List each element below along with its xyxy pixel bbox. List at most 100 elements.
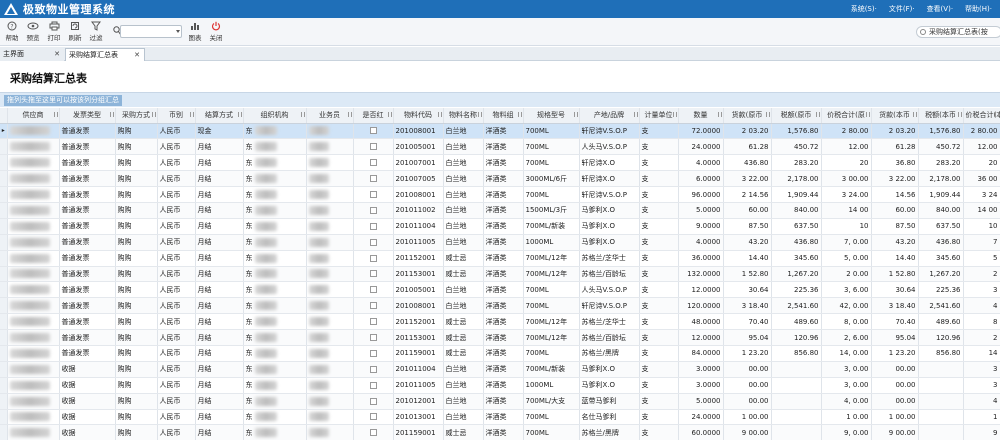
search-input[interactable] [120, 25, 182, 38]
row-indicator[interactable] [0, 154, 8, 172]
column-header[interactable]: 税额(原币 [771, 108, 822, 124]
red-invoice-checkbox[interactable] [369, 127, 377, 135]
row-indicator[interactable] [0, 281, 8, 299]
preview-button[interactable]: 预览 [23, 20, 43, 44]
column-header[interactable]: 结算方式 [195, 108, 244, 124]
row-indicator[interactable] [0, 218, 8, 235]
table-row[interactable]: 普通发票 购购 人民币 月结 东 201008001 白兰地 洋酒类 700ML 轩尼诗V.S.O… [0, 186, 1000, 203]
red-invoice-checkbox[interactable] [369, 159, 377, 167]
red-invoice-checkbox[interactable] [369, 270, 377, 278]
row-indicator[interactable] [0, 329, 8, 346]
red-invoice-checkbox[interactable] [369, 365, 377, 373]
row-indicator[interactable] [0, 393, 8, 410]
row-indicator[interactable] [0, 186, 8, 203]
row-indicator[interactable] [0, 313, 8, 331]
red-invoice-checkbox[interactable] [369, 334, 377, 342]
column-header[interactable]: 供应商 [7, 108, 60, 124]
column-header[interactable]: 货款(本币 [871, 108, 919, 124]
table-row[interactable]: 普通发票 购购 人民币 月结 东 201011005 白兰地 洋酒类 1000ML 马爹利X.O 支… [0, 234, 1000, 251]
column-header[interactable]: 是否红 [353, 108, 394, 124]
refresh-button[interactable]: 刷新 [65, 20, 85, 44]
column-header[interactable]: 价税合计(原 [821, 108, 872, 124]
row-indicator[interactable] [0, 345, 8, 362]
search-dropdown-icon[interactable] [176, 30, 180, 33]
menu-system[interactable]: 系统(S)· [851, 4, 877, 14]
table-row[interactable]: 收据 购购 人民币 月结 东 201013001 白兰地 洋酒类 700ML 名仕马爹利 支 24.0… [0, 409, 1000, 426]
tab-purchase-summary[interactable]: 采购结算汇总表 ✕ [65, 48, 145, 61]
column-filter-icon[interactable] [300, 112, 305, 117]
help-button[interactable]: ? 帮助 [2, 20, 22, 44]
tab-main-close-icon[interactable]: ✕ [54, 48, 60, 60]
column-header[interactable]: 物料组 [483, 108, 524, 124]
column-header[interactable]: 货款(原币 [723, 108, 772, 124]
menu-view[interactable]: 查看(V)· [927, 4, 953, 14]
table-row[interactable]: 普通发票 购购 人民币 月结 东 201007001 白兰地 洋酒类 700ML 轩尼诗X.O 支 4… [0, 154, 1000, 172]
column-header[interactable]: 发票类型 [59, 108, 116, 124]
column-header[interactable]: 币别 [157, 108, 196, 124]
tab-main[interactable]: 主界面 ✕ [0, 48, 64, 61]
table-row[interactable]: 普通发票 购购 人民币 月结 东 201152001 威士忌 洋酒类 700ML/12年 苏格兰/… [0, 313, 1000, 331]
row-indicator[interactable] [0, 361, 8, 378]
row-indicator[interactable] [0, 424, 8, 440]
table-row[interactable]: 普通发票 购购 人民币 月结 东 201008001 白兰地 洋酒类 700ML 轩尼诗V.S.O… [0, 297, 1000, 315]
table-row[interactable]: 普通发票 购购 人民币 月结 东 201152001 威士忌 洋酒类 700ML/12年 苏格兰/… [0, 250, 1000, 267]
table-row[interactable]: ▸ 普通发票 购购 人民币 现金 东 201008001 白兰地 洋酒类 700ML 轩尼诗V.S.… [0, 123, 1000, 140]
red-invoice-checkbox[interactable] [369, 381, 377, 389]
column-header[interactable]: 产地/品牌 [579, 108, 640, 124]
row-indicator[interactable] [0, 250, 8, 267]
red-invoice-checkbox[interactable] [369, 254, 377, 262]
column-filter-icon[interactable] [994, 112, 999, 117]
column-filter-icon[interactable] [517, 112, 522, 117]
row-indicator[interactable] [0, 138, 8, 156]
red-invoice-checkbox[interactable] [369, 286, 377, 294]
column-header[interactable]: 数量 [678, 108, 724, 124]
red-invoice-checkbox[interactable] [369, 238, 377, 246]
row-indicator[interactable] [0, 234, 8, 251]
column-header[interactable]: 物料名称 [443, 108, 484, 124]
column-header[interactable]: 税额(本币 [918, 108, 964, 124]
red-invoice-checkbox[interactable] [369, 349, 377, 357]
red-invoice-checkbox[interactable] [369, 318, 377, 326]
row-indicator[interactable] [0, 266, 8, 283]
column-filter-icon[interactable] [437, 112, 442, 117]
column-filter-icon[interactable] [717, 112, 722, 117]
table-row[interactable]: 普通发票 购购 人民币 月结 东 201011002 白兰地 洋酒类 1500ML/3斤 马爹利X… [0, 202, 1000, 219]
column-filter-icon[interactable] [672, 112, 677, 117]
column-header[interactable]: 物料代码 [393, 108, 444, 124]
red-invoice-checkbox[interactable] [369, 175, 377, 183]
column-filter-icon[interactable] [633, 112, 638, 117]
column-filter-icon[interactable] [573, 112, 578, 117]
group-by-area[interactable]: 拖列头拖至这里可以按该列分组汇总 [0, 92, 1000, 107]
column-filter-icon[interactable] [865, 112, 870, 117]
red-invoice-checkbox[interactable] [369, 143, 377, 151]
row-indicator[interactable] [0, 202, 8, 219]
menu-help[interactable]: 帮助(H)· [965, 4, 992, 14]
table-row[interactable]: 普通发票 购购 人民币 月结 东 201153001 威士忌 洋酒类 700ML/12年 苏格兰/… [0, 266, 1000, 283]
row-indicator[interactable] [0, 170, 8, 188]
module-search-input[interactable]: 采购结算汇总表(按 [916, 26, 1000, 38]
column-filter-icon[interactable] [765, 112, 770, 117]
table-row[interactable]: 收据 购购 人民币 月结 东 201012001 白兰地 洋酒类 700ML/大支 蓝带马爹利 支 5… [0, 393, 1000, 410]
column-filter-icon[interactable] [237, 112, 242, 117]
menu-file[interactable]: 文件(F)· [889, 4, 915, 14]
red-invoice-checkbox[interactable] [369, 429, 377, 437]
column-header[interactable]: 业务员 [306, 108, 354, 124]
row-indicator[interactable]: ▸ [0, 123, 8, 140]
column-filter-icon[interactable] [815, 112, 820, 117]
chart-button[interactable]: 图表 [185, 20, 205, 44]
row-indicator[interactable] [0, 377, 8, 394]
table-row[interactable]: 普通发票 购购 人民币 月结 东 201007005 白兰地 洋酒类 3000ML/6斤 轩尼诗X… [0, 170, 1000, 188]
table-row[interactable]: 收据 购购 人民币 月结 东 201011004 白兰地 洋酒类 700ML/新装 马爹利X.O 支… [0, 361, 1000, 378]
red-invoice-checkbox[interactable] [369, 191, 377, 198]
column-filter-icon[interactable] [347, 112, 352, 117]
column-header[interactable]: 规格型号 [523, 108, 580, 124]
column-filter-icon[interactable] [957, 112, 962, 117]
table-row[interactable]: 普通发票 购购 人民币 月结 东 201159001 威士忌 洋酒类 700ML 苏格兰/黑牌 支 8… [0, 345, 1000, 362]
column-header[interactable]: 计量单位 [639, 108, 679, 124]
column-filter-icon[interactable] [53, 112, 58, 117]
red-invoice-checkbox[interactable] [369, 397, 377, 405]
column-filter-icon[interactable] [109, 112, 114, 117]
table-row[interactable]: 普通发票 购购 人民币 月结 东 201153001 威士忌 洋酒类 700ML/12年 苏格兰/… [0, 329, 1000, 346]
column-header[interactable]: 组织机构 [243, 108, 307, 124]
column-filter-icon[interactable] [151, 112, 156, 117]
